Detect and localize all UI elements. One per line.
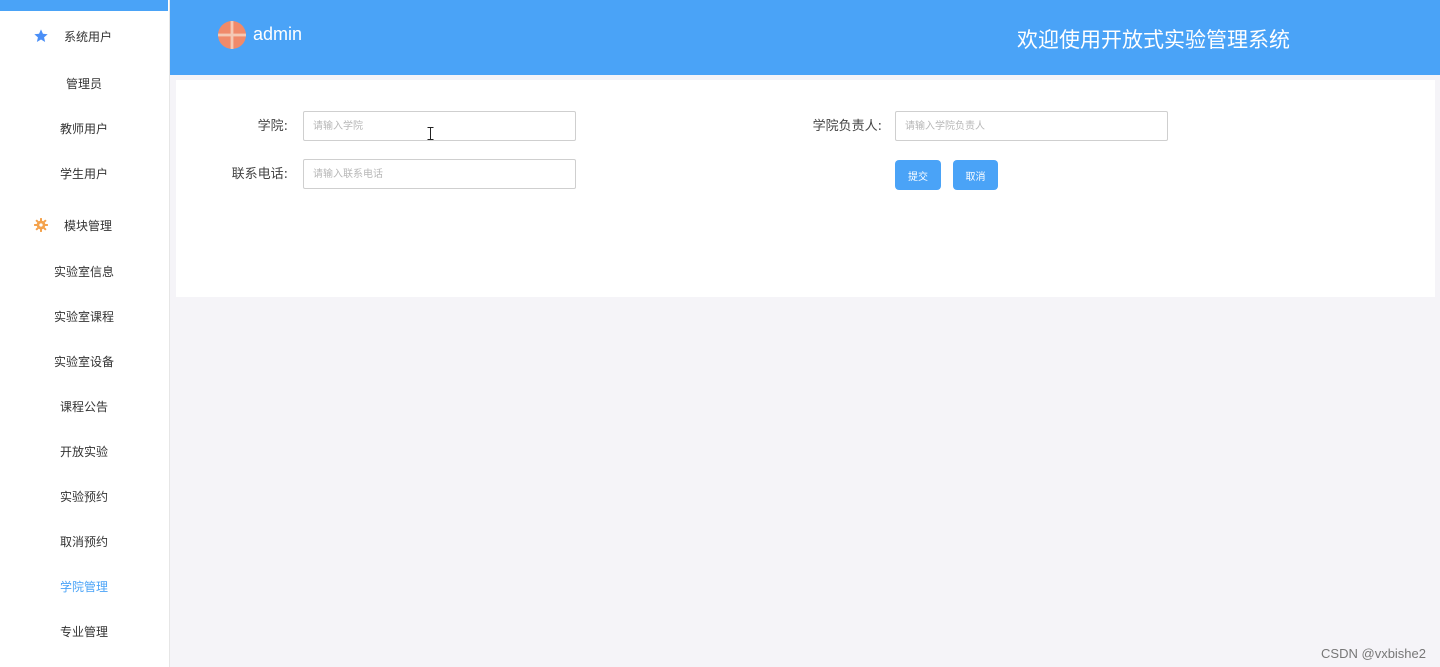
sidebar-item-admin[interactable]: 管理员 [0,69,168,99]
sidebar-item-lab-info[interactable]: 实验室信息 [0,257,168,287]
sidebar-item-major-management[interactable]: 专业管理 [0,617,168,647]
top-header: admin 欢迎使用开放式实验管理系统 [170,0,1440,75]
sidebar: 系统用户 管理员 教师用户 学生用户 模块管理 实验室信息 实验室课程 实验室设… [0,0,170,667]
phone-input[interactable] [303,159,576,189]
menu-group-module-management[interactable]: 模块管理 [0,211,168,241]
sidebar-item-student-users[interactable]: 学生用户 [0,159,168,189]
phone-label: 联系电话: [231,167,288,182]
site-title: 欢迎使用开放式实验管理系统 [1017,28,1290,52]
sidebar-item-lab-equipment[interactable]: 实验室设备 [0,347,168,377]
college-leader-input[interactable] [895,111,1168,141]
sidebar-item-lab-courses[interactable]: 实验室课程 [0,302,168,332]
sidebar-top-accent [0,0,168,11]
menu-group-system-users[interactable]: 系统用户 [0,22,168,52]
sidebar-item-course-announcements[interactable]: 课程公告 [0,392,168,422]
star-icon [34,29,48,42]
watermark: CSDN @vxbishe2 [1321,646,1426,661]
menu-group-label: 系统用户 [64,30,113,44]
sidebar-item-open-experiments[interactable]: 开放实验 [0,437,168,467]
college-label: 学院: [257,119,288,134]
college-input[interactable] [303,111,576,141]
submit-button[interactable]: 提交 [895,160,941,190]
gear-icon [34,218,48,232]
sidebar-item-cancel-booking[interactable]: 取消预约 [0,527,168,557]
sidebar-item-teacher-users[interactable]: 教师用户 [0,114,168,144]
college-form-card: 学院: 学院负责人: 联系电话: 提交 取消 [176,80,1435,297]
username: admin [253,24,303,44]
menu-group-label: 模块管理 [64,219,113,233]
sidebar-item-college-management[interactable]: 学院管理 [0,572,168,602]
college-leader-label: 学院负责人: [812,119,882,134]
text-cursor-icon [427,127,434,140]
cancel-button[interactable]: 取消 [953,160,998,190]
avatar[interactable] [218,21,246,49]
sidebar-item-experiment-booking[interactable]: 实验预约 [0,482,168,512]
